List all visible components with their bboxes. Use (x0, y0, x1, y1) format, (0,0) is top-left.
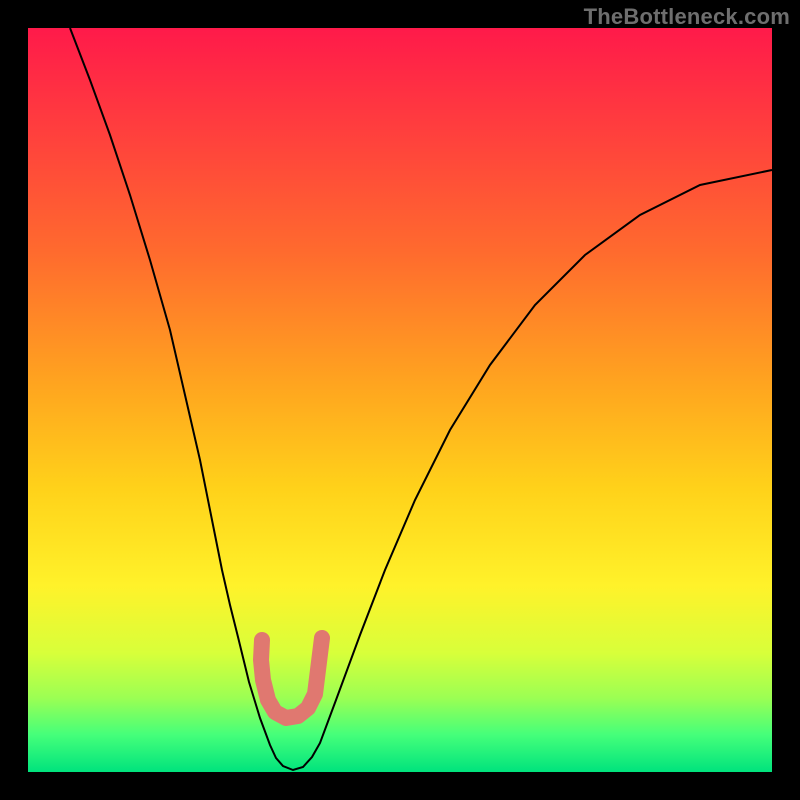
plot-background (28, 28, 772, 772)
chart-frame: TheBottleneck.com (0, 0, 800, 800)
chart-svg (0, 0, 800, 800)
watermark-text: TheBottleneck.com (584, 4, 790, 30)
